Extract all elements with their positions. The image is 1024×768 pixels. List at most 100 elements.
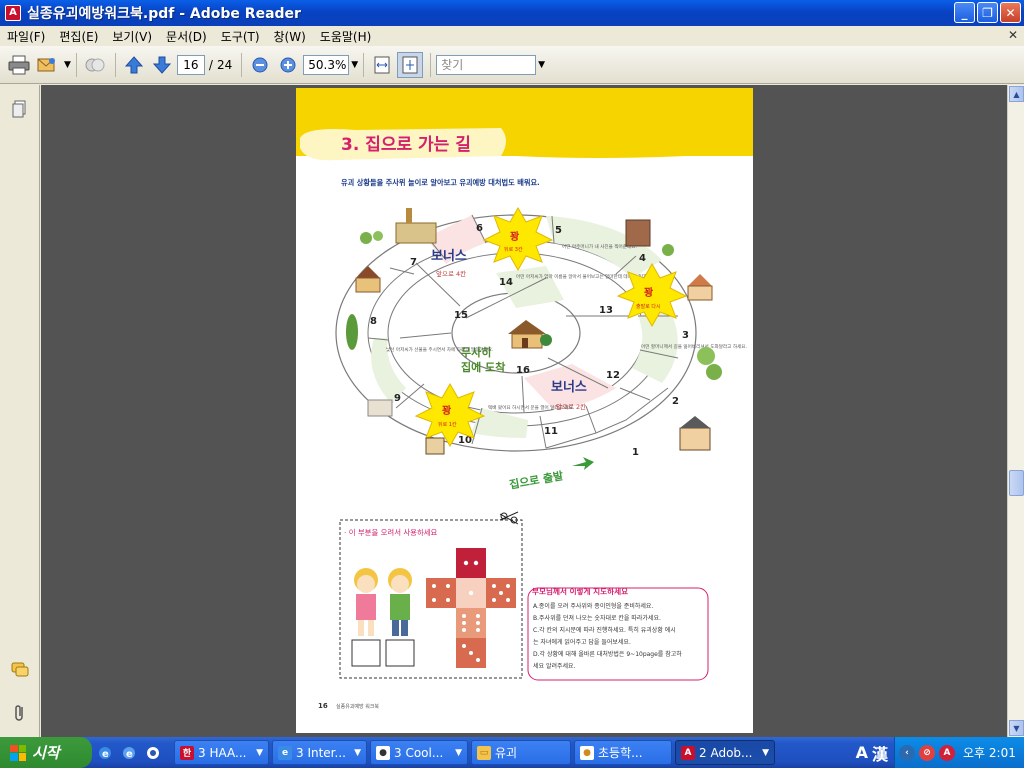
- taskbar-item-label: 초등학...: [598, 746, 643, 760]
- menu-window[interactable]: 창(W): [267, 28, 313, 45]
- vertical-scrollbar[interactable]: ▲ ▼: [1007, 85, 1024, 737]
- fit-width-button[interactable]: [369, 52, 395, 78]
- toolbar-separator: [430, 52, 432, 77]
- bang-back1-label: 뒤로 1칸: [438, 421, 457, 428]
- adobe-reader-icon: A: [681, 745, 695, 760]
- taskbar-item-folder[interactable]: ▭ 유괴: [471, 740, 571, 765]
- taskbar-item-haansoft[interactable]: 한 3 HAA... ▼: [174, 740, 269, 765]
- menu-help[interactable]: 도움말(H): [313, 28, 379, 45]
- minimize-button[interactable]: _: [954, 2, 975, 23]
- quicklaunch-ie-icon[interactable]: e: [94, 742, 116, 764]
- email-dropdown-icon[interactable]: ▼: [64, 60, 71, 70]
- cell-number: 11: [544, 426, 558, 437]
- pages-icon: [12, 100, 26, 118]
- previous-page-button[interactable]: [121, 52, 147, 78]
- intro-text: 유괴 상황들을 주사위 놀이로 알아보고 유괴예방 대처법도 배워요.: [341, 178, 540, 187]
- tray-expand-icon[interactable]: ‹: [899, 744, 915, 761]
- parents-guide-item: D.각 상황에 대해 올바른 대처방법은 9~10page를 참고하: [533, 650, 682, 658]
- fit-page-icon: [402, 56, 418, 73]
- page-number-footer: 16: [318, 702, 328, 710]
- navigation-panel: [0, 85, 40, 737]
- taskbar-item-label: 3 Inter...: [296, 745, 346, 760]
- document-area[interactable]: 3. 집으로 가는 길 유괴 상황들을 주사위 놀이로 알아보고 유괴예방 대처…: [41, 85, 1007, 737]
- cell-number: 2: [672, 396, 679, 407]
- cell-number: 13: [599, 305, 613, 316]
- find-dropdown-icon[interactable]: ▼: [538, 60, 545, 70]
- zoom-out-button[interactable]: [247, 52, 273, 78]
- chevron-down-icon: ▼: [762, 747, 769, 758]
- menu-bar: 파일(F) 편집(E) 보기(V) 문서(D) 도구(T) 창(W) 도움말(H…: [0, 26, 1024, 46]
- footer-text: 실종유괴예방 워크북: [336, 703, 379, 710]
- parents-guide-item: 세요 알려주세요.: [533, 662, 576, 670]
- taskbar-item-adobe[interactable]: A 2 Adob... ▼: [675, 740, 775, 765]
- cell-8-text: 낯선 아저씨가 선물을 주시면서 차에 타라고 말씀하세요.: [386, 346, 493, 353]
- chevron-down-icon: ▼: [256, 747, 263, 758]
- bang-label: 꽝: [442, 404, 451, 417]
- toolbar-separator: [363, 52, 365, 77]
- dice-net: [426, 548, 516, 668]
- bonus-top-sub: 앞으로 4칸: [436, 269, 466, 278]
- tray-security-icon[interactable]: ⊘: [919, 744, 935, 761]
- clock[interactable]: 오후 2:01: [963, 744, 1016, 761]
- ime-indicator[interactable]: A 漢: [856, 737, 894, 768]
- parents-guide-heading: 부모님께서 이렇게 지도하세요: [532, 586, 628, 596]
- start-button[interactable]: 시작: [0, 737, 92, 768]
- bang-restart-label: 출발로 다시: [636, 303, 661, 310]
- zoom-dropdown-icon[interactable]: ▼: [351, 60, 358, 70]
- close-button[interactable]: ✕: [1000, 2, 1021, 23]
- center-label-line2: 집에 도착: [461, 360, 505, 374]
- menu-document[interactable]: 문서(D): [159, 28, 214, 45]
- total-pages-label: 24: [216, 57, 233, 72]
- taskbar-item-label: 3 Cool...: [394, 745, 444, 760]
- menu-tools[interactable]: 도구(T): [214, 28, 267, 45]
- comments-panel-button[interactable]: [10, 660, 30, 680]
- cell-number: 7: [410, 257, 417, 268]
- fit-page-button[interactable]: [397, 51, 424, 78]
- scroll-up-button[interactable]: ▲: [1009, 86, 1024, 102]
- cell-number: 14: [499, 277, 513, 288]
- organizer-button[interactable]: [82, 52, 108, 78]
- menu-view[interactable]: 보기(V): [105, 28, 159, 45]
- scissors-icon: [499, 511, 519, 525]
- chevron-down-icon: ▼: [354, 747, 361, 758]
- hwp-icon: 한: [180, 745, 194, 760]
- next-page-button[interactable]: [149, 52, 175, 78]
- penguin-icon: ●: [376, 745, 390, 760]
- quicklaunch-browser-icon[interactable]: e: [118, 742, 140, 764]
- taskbar: 시작 e e 한 3 HAA... ▼ e 3 Inter... ▼ ● 3 C…: [0, 737, 1024, 768]
- taskbar-item-cool[interactable]: ● 3 Cool... ▼: [370, 740, 468, 765]
- pages-panel-button[interactable]: [10, 99, 30, 119]
- printer-icon: [8, 55, 30, 74]
- toolbar-separator: [241, 52, 243, 77]
- zoom-input[interactable]: 50.3%: [303, 54, 350, 75]
- chapter-title: 3. 집으로 가는 길: [341, 135, 471, 155]
- cell-number: 8: [370, 316, 377, 327]
- email-button[interactable]: [34, 52, 60, 78]
- bulb-icon: ●: [580, 745, 594, 760]
- bang-star-top: 꽝 뒤로 3칸: [482, 206, 554, 272]
- attachments-panel-button[interactable]: [10, 703, 30, 723]
- cell-number: 5: [555, 225, 562, 236]
- taskbar-item-internet[interactable]: e 3 Inter... ▼: [272, 740, 367, 765]
- print-button[interactable]: [6, 52, 32, 78]
- maximize-button[interactable]: ❐: [977, 2, 998, 23]
- document-close-button[interactable]: ✕: [1008, 28, 1018, 42]
- taskbar-item-elementary[interactable]: ● 초등학...: [574, 740, 672, 765]
- tray-adobe-icon[interactable]: A: [939, 744, 955, 761]
- ime-han-label: 漢: [871, 744, 888, 764]
- menu-edit[interactable]: 편집(E): [52, 28, 105, 45]
- windows-flag-icon: [10, 744, 26, 761]
- menu-file[interactable]: 파일(F): [0, 28, 52, 45]
- scroll-down-button[interactable]: ▼: [1009, 720, 1024, 736]
- cell-number: 9: [394, 393, 401, 404]
- bonus-bottom-label: 보너스: [551, 379, 587, 395]
- parents-guide-item: 는 자녀에게 읽어주고 답을 들어보세요.: [533, 638, 631, 646]
- taskbar-item-label: 3 HAA...: [198, 745, 247, 760]
- find-input[interactable]: 찾기: [436, 54, 537, 75]
- scroll-thumb[interactable]: [1009, 470, 1024, 496]
- page-separator-label: /: [208, 57, 213, 72]
- cell-number: 1: [632, 447, 639, 458]
- quicklaunch-media-icon[interactable]: [142, 742, 164, 764]
- page-number-input[interactable]: 16: [176, 54, 205, 75]
- zoom-in-button[interactable]: [275, 52, 301, 78]
